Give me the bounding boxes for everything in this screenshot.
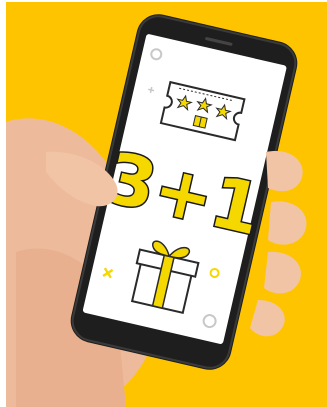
phone-in-hand-illustration: 3+1 (6, 2, 327, 407)
scene: 3+1 (6, 2, 327, 407)
